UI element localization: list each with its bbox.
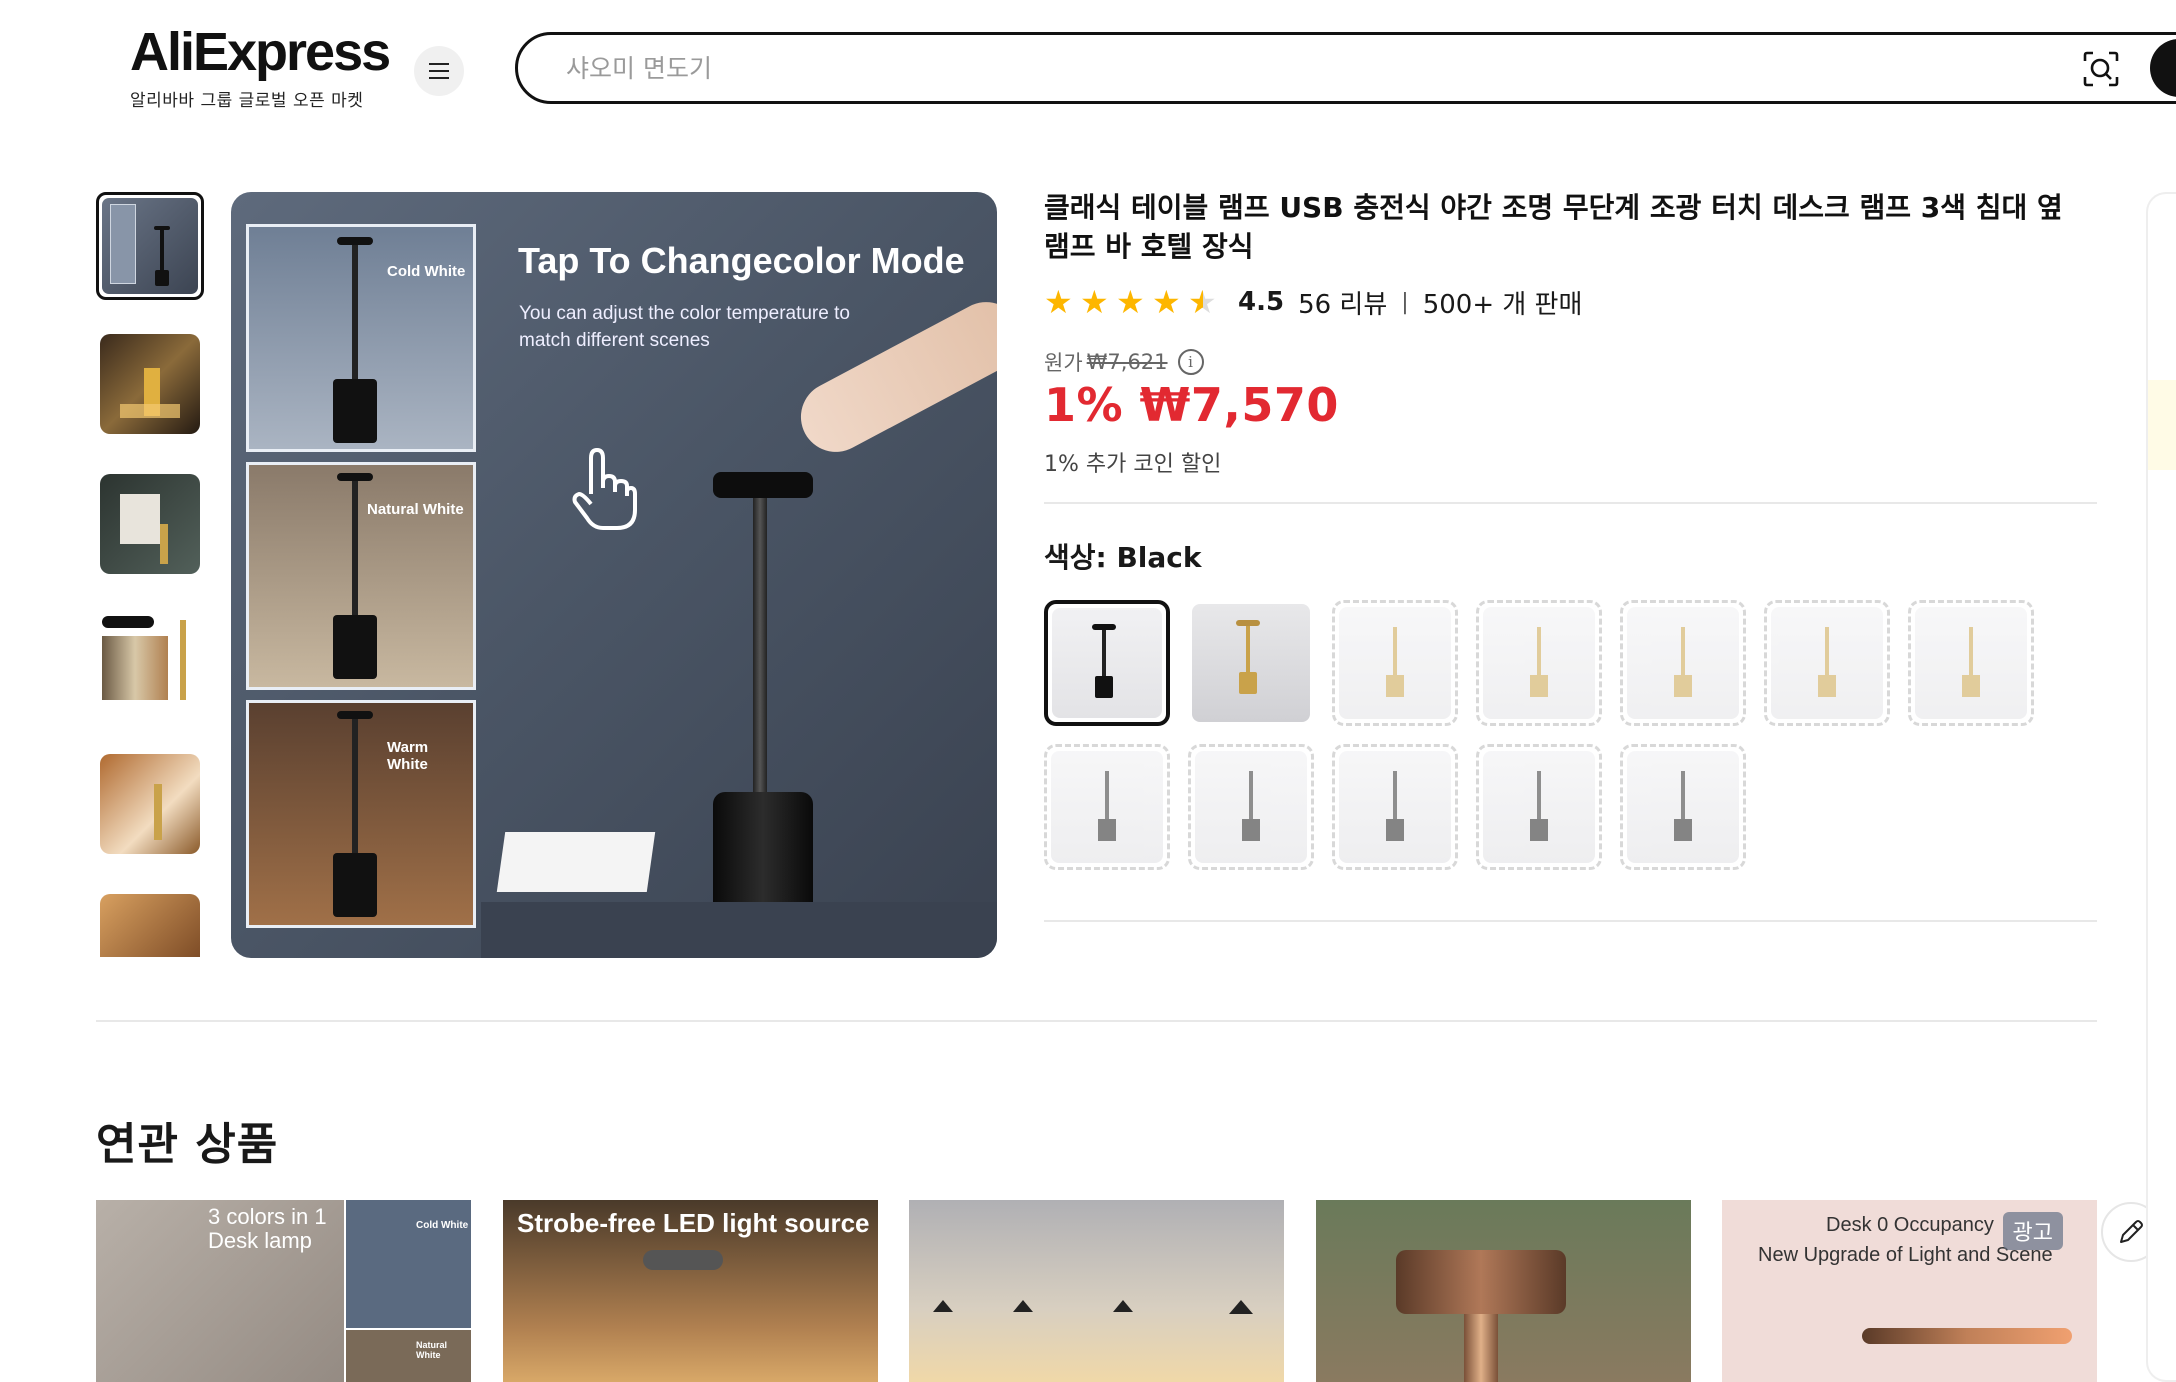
- swatch-option[interactable]: [1620, 600, 1746, 726]
- thumbnail-6[interactable]: [100, 894, 200, 957]
- related-card-2[interactable]: Strobe-free LED light source: [503, 1200, 878, 1382]
- lamp-thumb: [1013, 1300, 1033, 1312]
- swatch-option[interactable]: [1332, 600, 1458, 726]
- thumbnail-list: [96, 192, 206, 957]
- thumbnail-2[interactable]: [100, 334, 200, 434]
- lamp-thumb: [643, 1250, 723, 1270]
- separator: |: [1401, 289, 1409, 315]
- card-text: Desk lamp: [208, 1228, 312, 1253]
- related-card-5[interactable]: Desk 0 Occupancy New Upgrade of Light an…: [1722, 1200, 2097, 1382]
- thumbnail-3[interactable]: [100, 474, 200, 574]
- pencil-icon: [2120, 1220, 2143, 1243]
- divider: [1044, 502, 2097, 504]
- touch-hand-icon: [572, 448, 637, 530]
- original-price-label: 원가: [1044, 351, 1083, 375]
- sale-price: 1% ₩7,570: [1044, 378, 1339, 432]
- lamp-stem: [753, 498, 767, 798]
- info-icon[interactable]: i: [1177, 349, 1204, 375]
- lamp-thumb: [1229, 1300, 1253, 1314]
- swatch-option[interactable]: [1476, 744, 1602, 870]
- cold-white-panel: Cold White: [246, 224, 476, 452]
- related-products-title: 연관 상품: [96, 1119, 279, 1170]
- star-icon: ★: [1116, 283, 1145, 321]
- card-text: 3 colors in 1: [208, 1204, 327, 1229]
- ad-badge: 광고: [2002, 1212, 2063, 1250]
- lamp-thumb: [1113, 1300, 1133, 1312]
- logo-text: AliExpress: [130, 22, 391, 82]
- card-text: Desk 0 Occupancy: [1826, 1214, 1994, 1236]
- lamp-thumb: [1464, 1314, 1498, 1382]
- original-price-row: 원가 ₩7,621 i: [1044, 347, 1204, 377]
- card-mini-panel: Natural White: [344, 1328, 471, 1382]
- swatch-option[interactable]: [1332, 744, 1458, 870]
- thumbnail-1[interactable]: [96, 192, 204, 300]
- image-subtext: You can adjust the color temperature to …: [519, 303, 850, 351]
- search-bar: [515, 32, 2176, 104]
- review-count[interactable]: 56 리뷰: [1298, 284, 1387, 321]
- books: [496, 832, 656, 892]
- image-headline: Tap To Changecolor Mode: [518, 240, 965, 281]
- swatch-option[interactable]: [1044, 744, 1170, 870]
- aliexpress-logo[interactable]: AliExpress 알리바바 그룹 글로벌 오픈 마켓: [130, 22, 391, 111]
- warm-white-panel: Warm White: [246, 700, 476, 928]
- star-rating[interactable]: ★ ★ ★ ★ ★: [1044, 283, 1218, 321]
- mini-label: Natural White: [416, 1340, 448, 1360]
- swatch-black[interactable]: [1044, 600, 1170, 726]
- related-card-3[interactable]: [909, 1200, 1284, 1382]
- lamp-base: [713, 792, 813, 920]
- menu-button[interactable]: [414, 46, 464, 96]
- rating-value: 4.5: [1238, 287, 1285, 317]
- card-text: Strobe-free LED light source: [517, 1208, 870, 1238]
- lamp-head: [713, 472, 813, 498]
- product-title: 클래식 테이블 램프 USB 충전식 야간 조명 무단계 조광 터치 데스크 램…: [1044, 191, 2063, 263]
- divider: [1044, 920, 2097, 922]
- coin-discount: 1% 추가 코인 할인: [1044, 452, 1222, 477]
- panel-label: Warm White: [387, 739, 429, 773]
- related-card-4[interactable]: [1316, 1200, 1691, 1382]
- sold-count: 500+ 개 판매: [1422, 289, 1583, 320]
- thumbnail-4[interactable]: [100, 614, 200, 714]
- lamp-thumb: [1862, 1328, 2072, 1344]
- card-mini-panel: Cold White: [344, 1200, 471, 1328]
- half-star-icon: ★: [1188, 283, 1217, 321]
- lamp-thumb: [933, 1300, 953, 1312]
- rating-row: ★ ★ ★ ★ ★ 4.5 56 리뷰 | 500+ 개 판매: [1044, 284, 1582, 320]
- star-icon: ★: [1152, 283, 1181, 321]
- natural-white-panel: Natural White: [246, 462, 476, 690]
- mini-label: Cold White: [416, 1220, 469, 1231]
- swatch-gold[interactable]: [1188, 600, 1314, 726]
- side-panel: [2146, 192, 2176, 1382]
- panel-label: Natural White: [367, 501, 464, 518]
- search-button[interactable]: [2150, 39, 2176, 97]
- swatch-option[interactable]: [1764, 600, 1890, 726]
- original-price: ₩7,621: [1086, 350, 1168, 374]
- logo-subtitle: 알리바바 그룹 글로벌 오픈 마켓: [130, 91, 364, 111]
- color-label: 색상: Black: [1044, 541, 1202, 574]
- hamburger-icon: [429, 70, 449, 72]
- panel-label: Cold White: [387, 263, 466, 280]
- star-icon: ★: [1080, 283, 1109, 321]
- swatch-option[interactable]: [1908, 600, 2034, 726]
- star-icon: ★: [1044, 283, 1073, 321]
- main-product-image[interactable]: Cold White Natural White Warm White Tap …: [231, 192, 997, 958]
- section-divider: [96, 1020, 2097, 1022]
- table: [481, 902, 997, 958]
- related-card-1[interactable]: Cold White Natural White 3 colors in 1 D…: [96, 1200, 471, 1382]
- thumbnail-5[interactable]: [100, 754, 200, 854]
- search-input[interactable]: [566, 51, 2066, 85]
- swatch-option[interactable]: [1188, 744, 1314, 870]
- image-search-icon[interactable]: [2081, 49, 2121, 89]
- lamp-thumb: [1396, 1250, 1566, 1314]
- swatch-option[interactable]: [1476, 600, 1602, 726]
- swatch-option[interactable]: [1620, 744, 1746, 870]
